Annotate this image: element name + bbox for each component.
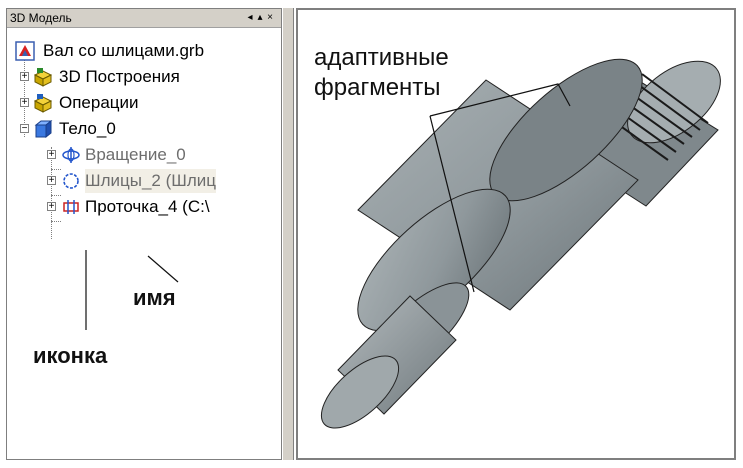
tree-item-label: Тело_0 xyxy=(59,119,116,138)
expand-icon[interactable]: + xyxy=(47,176,56,186)
tree-line xyxy=(51,221,61,222)
panel-titlebar: 3D Модель ◂▴× xyxy=(7,9,281,28)
panel-title: 3D Модель xyxy=(10,11,72,25)
tree-line xyxy=(51,169,61,170)
tree-item-label: Шлицы_2 (Шлиц xyxy=(85,169,216,193)
expand-icon[interactable]: + xyxy=(47,202,56,212)
tree-item-label: Проточка_4 (С:\ xyxy=(85,197,210,216)
tree-item-label: Вращение_0 xyxy=(85,145,186,164)
constructions-folder-icon xyxy=(33,68,53,87)
body-cube-icon xyxy=(34,119,53,139)
3d-viewport[interactable]: адаптивные фрагменты xyxy=(296,8,736,460)
shaft-model xyxy=(320,58,721,429)
panel-title-buttons: ◂▴× xyxy=(247,9,277,27)
model-file-icon xyxy=(15,41,35,61)
annotation-icon: иконка xyxy=(33,343,108,368)
splines-icon xyxy=(63,173,79,189)
tree-item-label: Операции xyxy=(59,93,139,112)
collapse-up-button[interactable]: ▴ xyxy=(257,9,267,27)
expand-icon[interactable]: + xyxy=(20,72,29,82)
screenshot-frame: 3D Модель ◂▴× Вал со шлицами.grb + 3D По… xyxy=(0,0,743,468)
expand-icon[interactable]: + xyxy=(20,98,29,108)
tree-root-label: Вал со шлицами.grb xyxy=(43,41,205,60)
main-body xyxy=(357,58,643,332)
expand-icon[interactable]: + xyxy=(47,150,56,160)
rotation-icon xyxy=(62,147,80,163)
groove-icon xyxy=(63,200,79,214)
collapse-icon[interactable]: − xyxy=(20,124,29,134)
panel-splitter[interactable] xyxy=(282,8,294,460)
close-panel-button[interactable]: × xyxy=(267,9,277,27)
annotation-name: имя xyxy=(133,285,176,310)
model-tree-panel: 3D Модель ◂▴× Вал со шлицами.grb + 3D По… xyxy=(6,8,282,460)
tree-line xyxy=(51,147,52,239)
operations-folder-icon xyxy=(33,94,53,113)
collapse-left-button[interactable]: ◂ xyxy=(247,9,257,27)
tree-item-label: 3D Построения xyxy=(59,67,180,86)
tree-line xyxy=(51,195,61,196)
